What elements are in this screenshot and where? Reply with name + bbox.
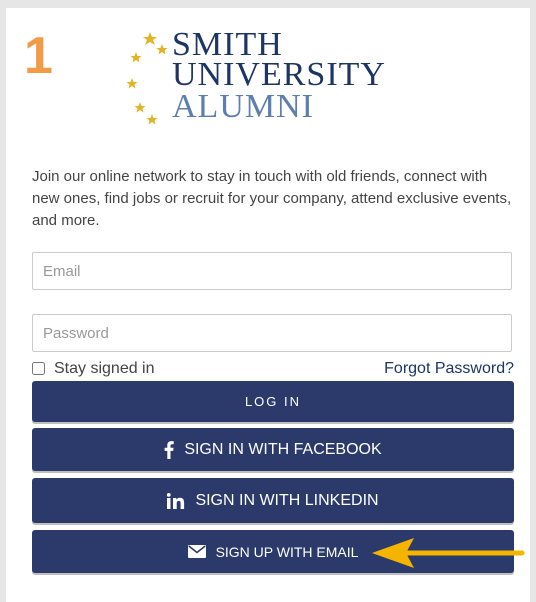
linkedin-button-label: SIGN IN WITH LINKEDIN — [195, 491, 379, 509]
star-icon — [143, 32, 157, 45]
login-button[interactable]: LOG IN — [32, 381, 514, 422]
stay-signed-in-row: Stay signed in Forgot Password? — [32, 360, 514, 380]
password-field[interactable] — [32, 314, 512, 352]
email-button-label: SIGN UP WITH EMAIL — [215, 543, 359, 560]
logo-line-alumni: ALUMNI — [172, 88, 314, 125]
arrow-left-icon — [372, 538, 525, 568]
facebook-icon — [164, 440, 175, 459]
sign-in-facebook-button[interactable]: SIGN IN WITH FACEBOOK — [32, 428, 514, 471]
sign-in-linkedin-button[interactable]: SIGN IN WITH LINKEDIN — [32, 478, 514, 523]
logo-stars-icon — [126, 32, 168, 125]
linkedin-icon — [167, 492, 185, 509]
logo-line-university: UNIVERSITY — [172, 56, 386, 93]
star-icon — [134, 102, 146, 113]
forgot-password-link[interactable]: Forgot Password? — [384, 360, 514, 378]
star-icon — [156, 44, 168, 55]
smith-university-alumni-logo: SMITH UNIVERSITY ALUMNI — [120, 18, 420, 128]
stay-signed-in-label: Stay signed in — [54, 360, 155, 377]
facebook-button-label: SIGN IN WITH FACEBOOK — [184, 440, 382, 458]
email-field[interactable] — [32, 252, 512, 290]
stay-signed-in-checkbox[interactable] — [32, 362, 45, 375]
step-number: 1 — [24, 27, 53, 85]
star-icon — [126, 78, 138, 89]
login-button-label: LOG IN — [244, 394, 302, 409]
star-icon — [146, 114, 158, 125]
star-icon — [130, 52, 142, 63]
intro-text: Join our online network to stay in touch… — [32, 168, 512, 229]
envelope-icon — [187, 545, 206, 558]
